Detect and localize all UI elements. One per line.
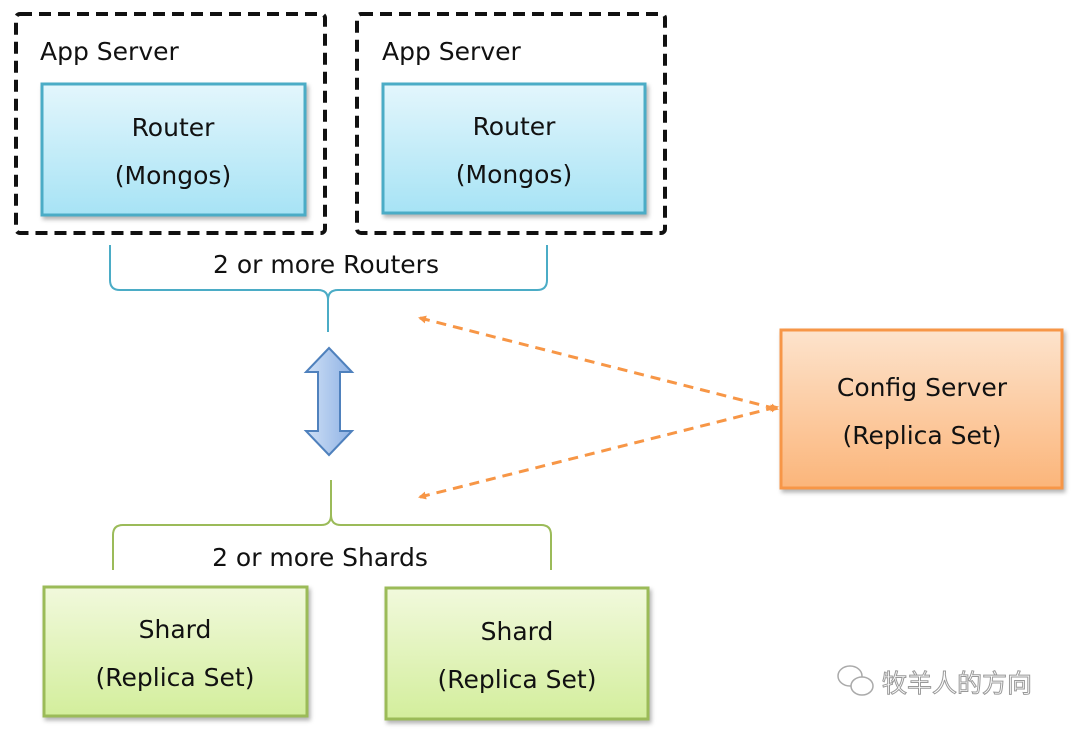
routers-brace-label: 2 or more Routers: [213, 250, 439, 279]
watermark-text: 牧羊人的方向: [882, 669, 1032, 698]
router-box-1: Router (Mongos): [40, 82, 307, 217]
shard-subtitle: (Replica Set): [96, 663, 255, 692]
app-server-label: App Server: [382, 37, 521, 66]
router-subtitle: (Mongos): [115, 161, 231, 190]
wechat-icon: [837, 665, 874, 696]
watermark: 牧羊人的方向: [837, 665, 1033, 699]
app-server-2: App Server Router (Mongos): [355, 12, 667, 235]
app-server-label: App Server: [40, 37, 179, 66]
config-server-subtitle: (Replica Set): [843, 421, 1002, 450]
router-box-2: Router (Mongos): [381, 82, 647, 215]
router-subtitle: (Mongos): [456, 160, 572, 189]
router-title: Router: [473, 112, 557, 141]
shards-brace-label: 2 or more Shards: [212, 543, 428, 572]
double-arrow-icon: [303, 346, 355, 457]
shard-title: Shard: [481, 617, 554, 646]
config-to-shards-arrow: [418, 404, 779, 500]
app-server-1: App Server Router (Mongos): [14, 12, 327, 235]
shard-subtitle: (Replica Set): [438, 665, 597, 694]
config-to-routers-arrow: [418, 315, 779, 412]
shard-box-2: Shard (Replica Set): [384, 586, 650, 721]
shard-box-1: Shard (Replica Set): [42, 585, 309, 718]
config-server-box: Config Server (Replica Set): [779, 328, 1064, 490]
mongodb-sharded-cluster-diagram: App Server Router (Mongos) App Server Ro…: [14, 12, 1064, 721]
config-server-title: Config Server: [837, 373, 1008, 402]
shard-title: Shard: [139, 615, 212, 644]
router-title: Router: [132, 113, 216, 142]
